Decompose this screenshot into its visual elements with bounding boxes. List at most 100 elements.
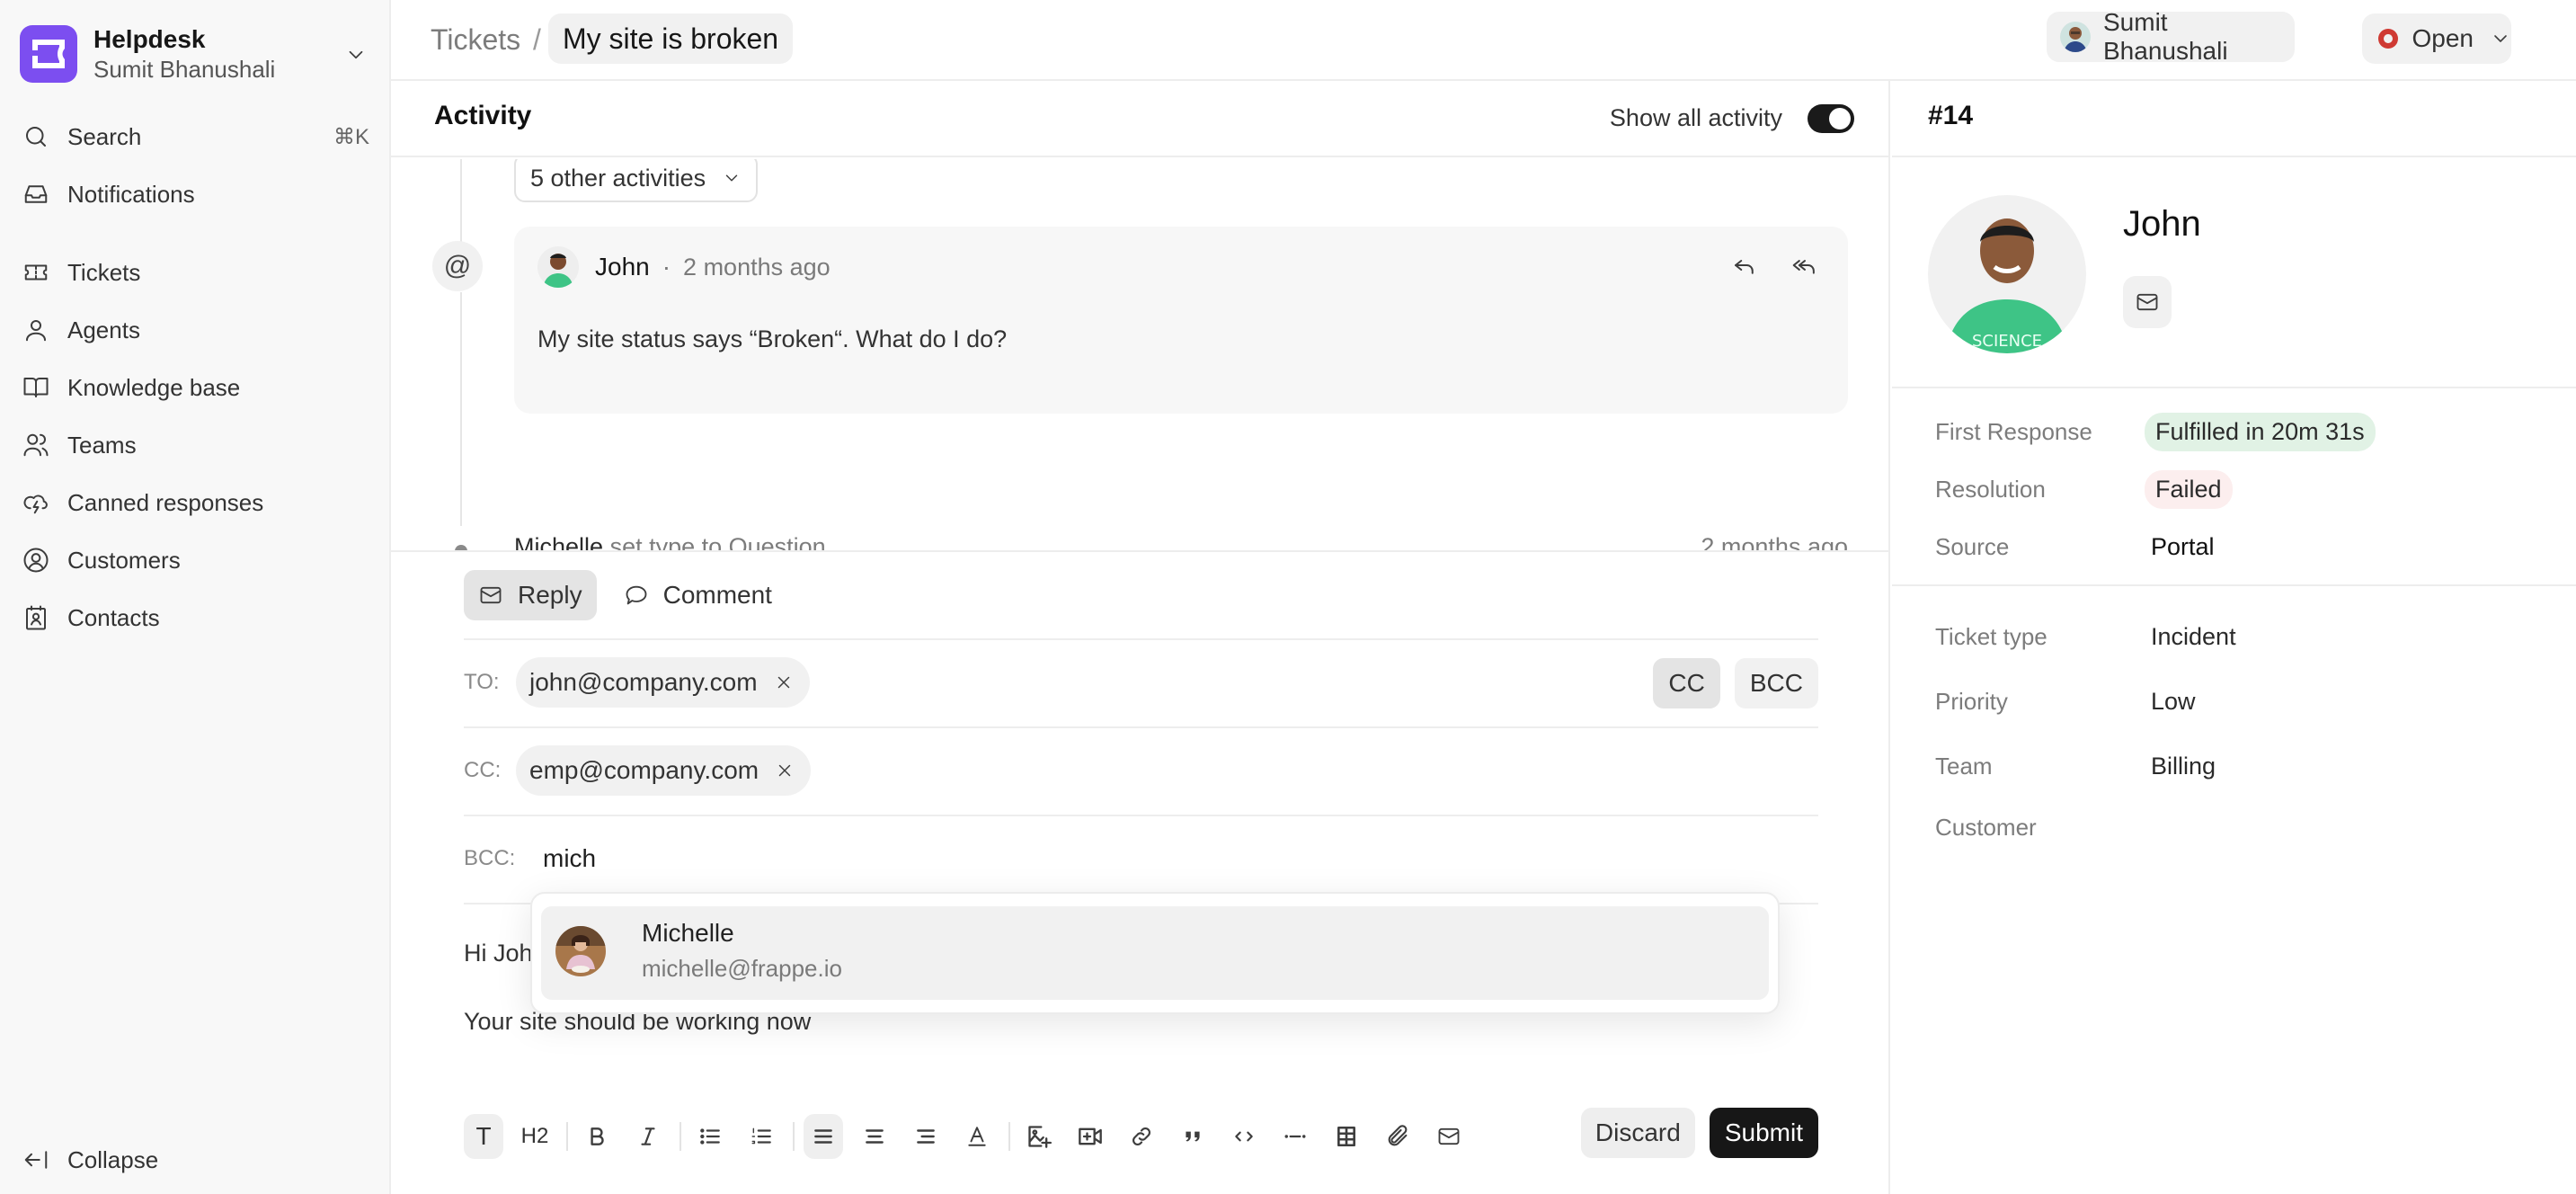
event-timestamp: 2 months ago <box>1701 533 1848 550</box>
attach-file-button[interactable] <box>1378 1114 1417 1159</box>
bullet-list-icon <box>700 1128 720 1145</box>
email-activity-card: John · 2 months ago My site status says … <box>514 227 1848 414</box>
assignee-button[interactable]: Sumit Bhanushali <box>2047 8 2295 65</box>
breadcrumb-separator: / <box>533 23 541 56</box>
insert-table-button[interactable] <box>1327 1114 1366 1159</box>
editor-toolbar: T H2 Discard Submit <box>464 1108 1818 1165</box>
email-author: John <box>595 253 650 281</box>
reply-all-icon[interactable] <box>1790 252 1819 279</box>
reply-icon[interactable] <box>1731 252 1758 279</box>
ticket-id-header: #14 <box>1892 81 2576 157</box>
sidebar-item-contacts[interactable]: Contacts <box>13 593 378 643</box>
sidebar-item-canned-responses[interactable]: Canned responses <box>13 477 378 528</box>
sidebar-item-notifications[interactable]: Notifications <box>13 169 378 219</box>
text-color-button[interactable] <box>957 1114 997 1159</box>
submit-button[interactable]: Submit <box>1709 1108 1818 1158</box>
ticket-status-dropdown[interactable]: Open <box>2362 13 2511 64</box>
ticket-status-label: Open <box>2412 24 2474 52</box>
remove-recipient-icon[interactable] <box>774 673 794 692</box>
sla-section: First Response Fulfilled in 20m 31s Reso… <box>1892 388 2576 586</box>
sidebar-item-label: Customers <box>67 546 181 574</box>
sidebar-item-label: Knowledge base <box>67 373 241 401</box>
horizontal-rule-button[interactable] <box>1275 1114 1315 1159</box>
cloud-lightning-icon <box>20 486 52 519</box>
search-icon <box>20 120 52 153</box>
italic-icon <box>641 1127 655 1145</box>
recipient-suggestions: Michelle michelle@frappe.io <box>530 892 1780 1014</box>
insert-video-button[interactable] <box>1070 1114 1110 1159</box>
heading-button[interactable]: H2 <box>515 1114 555 1159</box>
activity-timeline[interactable]: 5 other activities @ John · 2 months ago <box>391 159 1888 550</box>
workspace-switcher[interactable]: Helpdesk Sumit Bhanushali <box>20 23 375 85</box>
video-add-icon <box>1079 1127 1102 1145</box>
expand-other-activities-button[interactable]: 5 other activities <box>514 159 759 202</box>
contact-summary: SCIENCE John <box>1892 159 2576 388</box>
to-field: TO: john@company.com CC BCC <box>464 638 1818 725</box>
heading-icon: H2 <box>520 1124 549 1148</box>
comment-icon <box>626 585 647 605</box>
contact-card-icon <box>20 601 52 634</box>
insert-image-button[interactable] <box>1019 1114 1059 1159</box>
email-template-button[interactable] <box>1429 1114 1469 1159</box>
helpdesk-logo <box>20 25 77 83</box>
sidebar-item-teams[interactable]: Teams <box>13 420 378 470</box>
collapse-sidebar-button[interactable]: Collapse <box>13 1135 378 1185</box>
sidebar-search[interactable]: Search ⌘K <box>13 111 378 162</box>
sidebar-item-tickets[interactable]: Tickets <box>13 247 378 298</box>
team-select[interactable]: Billing <box>2151 753 2216 780</box>
align-center-button[interactable] <box>855 1114 894 1159</box>
bcc-input[interactable] <box>543 844 1711 873</box>
user-circle-icon <box>20 544 52 576</box>
numbered-list-button[interactable] <box>742 1114 781 1159</box>
john-avatar <box>537 246 579 288</box>
timeline-line <box>460 159 462 242</box>
show-all-activity-toggle[interactable] <box>1808 104 1854 133</box>
align-left-button[interactable] <box>804 1114 843 1159</box>
field-customer: Customer <box>1935 807 2421 847</box>
activity-event: Michelle set type to Question <box>514 533 826 550</box>
blockquote-button[interactable] <box>1173 1114 1212 1159</box>
toggle-cc-button[interactable]: CC <box>1653 658 1720 708</box>
sidebar: Helpdesk Sumit Bhanushali Search ⌘K Noti… <box>0 0 391 1194</box>
email-contact-button[interactable] <box>2123 276 2172 328</box>
align-right-button[interactable] <box>906 1114 946 1159</box>
bullet-list-button[interactable] <box>690 1114 730 1159</box>
ticket-type-select[interactable]: Incident <box>2151 623 2236 651</box>
recipient-email: john@company.com <box>529 668 758 696</box>
collapse-label: Collapse <box>67 1145 159 1173</box>
activity-header: Activity Show all activity <box>391 81 1888 157</box>
paragraph-icon: T <box>475 1122 492 1150</box>
code-button[interactable] <box>1224 1114 1264 1159</box>
sidebar-item-agents[interactable]: Agents <box>13 305 378 355</box>
tab-reply[interactable]: Reply <box>464 570 597 620</box>
suggestion-option[interactable]: Michelle michelle@frappe.io <box>541 906 1769 1000</box>
svg-text:SCIENCE: SCIENCE <box>1972 332 2042 351</box>
breadcrumb-current-ticket[interactable]: My site is broken <box>548 13 794 64</box>
sidebar-item-label: Notifications <box>67 180 195 208</box>
bcc-label: BCC: <box>464 846 516 870</box>
remove-recipient-icon[interactable] <box>775 761 795 780</box>
sidebar-item-label: Teams <box>67 431 137 459</box>
discard-button[interactable]: Discard <box>1580 1108 1695 1158</box>
priority-select[interactable]: Low <box>2151 688 2196 716</box>
sla-status-badge: Fulfilled in 20m 31s <box>2145 412 2376 451</box>
insert-link-button[interactable] <box>1122 1114 1161 1159</box>
toggle-bcc-button[interactable]: BCC <box>1734 658 1818 708</box>
bold-button[interactable] <box>577 1114 617 1159</box>
tab-comment[interactable]: Comment <box>609 570 786 620</box>
recipient-chip: john@company.com <box>516 657 810 708</box>
customer-select[interactable] <box>2151 814 2421 841</box>
italic-button[interactable] <box>628 1114 668 1159</box>
quote-icon <box>1186 1131 1200 1142</box>
app-name: Helpdesk <box>93 25 206 53</box>
sidebar-item-knowledge-base[interactable]: Knowledge base <box>13 362 378 413</box>
activity-title: Activity <box>434 101 532 130</box>
suggestion-name: Michelle <box>642 919 734 947</box>
paragraph-button[interactable]: T <box>464 1114 503 1159</box>
breadcrumb-tickets[interactable]: Tickets <box>431 20 520 59</box>
toolbar-separator <box>566 1122 568 1151</box>
sidebar-item-customers[interactable]: Customers <box>13 535 378 585</box>
email-timestamp: 2 months ago <box>683 253 831 281</box>
paperclip-icon <box>1388 1125 1408 1146</box>
email-body: My site status says “Broken“. What do I … <box>537 325 1008 352</box>
